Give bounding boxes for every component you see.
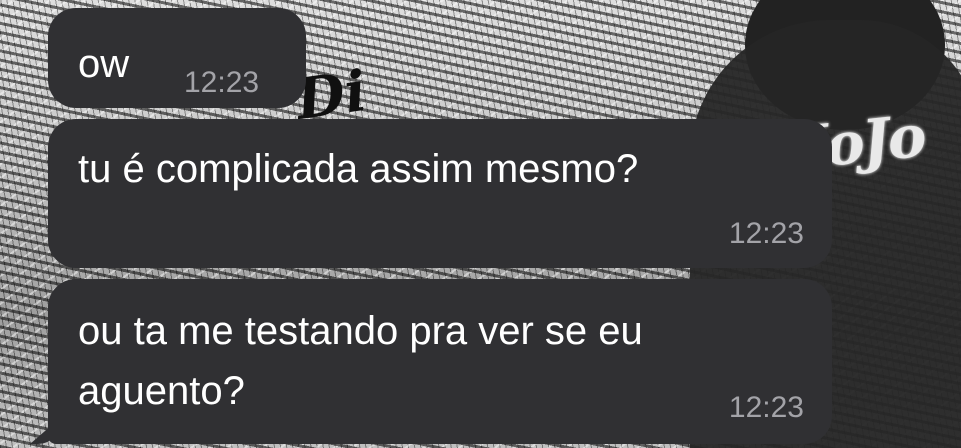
message-timestamp: 12:23 [184, 66, 260, 99]
incoming-message-bubble[interactable]: ow 12:23 [48, 8, 306, 108]
incoming-message-bubble[interactable]: ou ta me testando pra ver se eu aguento?… [48, 279, 832, 444]
message-timestamp: 12:23 [728, 217, 804, 250]
message-text: ou ta me testando pra ver se eu aguento? [78, 309, 643, 413]
incoming-message-bubble[interactable]: tu é complicada assim mesmo? 12:23 [48, 119, 832, 268]
message-text: tu é complicada assim mesmo? [78, 147, 639, 191]
message-timestamp: 12:23 [728, 391, 804, 424]
message-text: ow [78, 42, 130, 86]
